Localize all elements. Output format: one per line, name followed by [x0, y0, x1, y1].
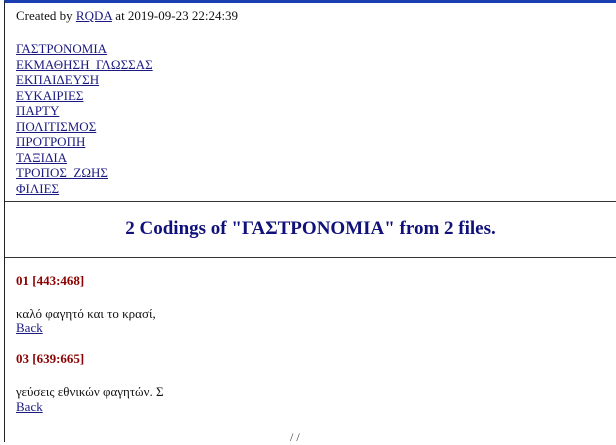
- code-link-gastronomia[interactable]: ΓΑΣΤΡΟΝΟΜΙΑ: [16, 41, 153, 57]
- code-link-ekpaidefsi[interactable]: ΕΚΠΑΙΔΕΥΣΗ: [16, 72, 153, 88]
- divider-bottom: [5, 257, 616, 258]
- coding-label: 03 [639:665]: [16, 351, 85, 366]
- code-link-politismos[interactable]: ΠΟΛΙΤΙΣΜΟΣ: [16, 119, 153, 135]
- coding-text: γεύσεις εθνικών φαγητών. Σ: [16, 384, 164, 399]
- coding-label: 01 [443:468]: [16, 273, 85, 288]
- report-header: Created by RQDA at 2019-09-23 22:24:39: [16, 8, 238, 24]
- code-link-ekmathisi-glossas[interactable]: ΕΚΜΑΘΗΣΗ_ΓΛΩΣΣΑΣ: [16, 57, 153, 73]
- back-link[interactable]: Back: [16, 399, 43, 415]
- rqda-link[interactable]: RQDA: [76, 8, 112, 23]
- code-link-filies[interactable]: ΦΙΛΙΕΣ: [16, 181, 153, 197]
- code-link-tropos-zois[interactable]: ΤΡΟΠΟΣ_ΖΩΗΣ: [16, 165, 153, 181]
- back-link[interactable]: Back: [16, 320, 43, 336]
- footer-fragment: / /: [290, 430, 300, 444]
- header-prefix: Created by: [16, 8, 76, 23]
- codings-heading: 2 Codings of "ΓΑΣΤΡΟΝΟΜΙΑ" from 2 files.: [125, 218, 496, 239]
- code-link-eukairies[interactable]: ΕΥΚΑΙΡΙΕΣ: [16, 88, 153, 104]
- code-link-protropi[interactable]: ΠΡΟΤΡΟΠΗ: [16, 134, 153, 150]
- header-timestamp: at 2019-09-23 22:24:39: [112, 8, 239, 23]
- code-link-party[interactable]: ΠΑΡΤΥ: [16, 103, 153, 119]
- code-index: ΓΑΣΤΡΟΝΟΜΙΑ ΕΚΜΑΘΗΣΗ_ΓΛΩΣΣΑΣ ΕΚΠΑΙΔΕΥΣΗ …: [16, 41, 153, 196]
- divider-top: [5, 201, 616, 202]
- code-link-taxidia[interactable]: ΤΑΞΙΔΙΑ: [16, 150, 153, 166]
